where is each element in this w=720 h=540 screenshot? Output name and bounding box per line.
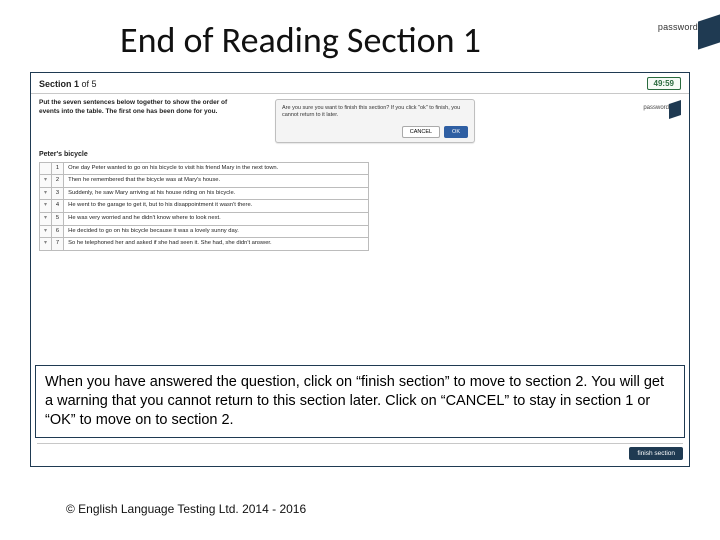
section-current: Section 1 (39, 79, 79, 89)
sentence-text: He was very worried and he didn't know w… (64, 212, 369, 225)
row-number: 6 (51, 225, 63, 238)
table-row[interactable]: ▾7So he telephoned her and asked if she … (40, 238, 369, 251)
row-number: 4 (51, 200, 63, 213)
table-row[interactable]: ▾4He went to the garage to get it, but t… (40, 200, 369, 213)
question-instruction: Put the seven sentences below together t… (39, 99, 239, 117)
drag-handle-icon[interactable]: ▾ (40, 200, 52, 213)
ordering-task: Peter's bicycle 1One day Peter wanted to… (31, 143, 689, 251)
brand-logo-small-word: password (643, 105, 669, 111)
drag-handle-icon (40, 162, 52, 175)
finish-section-button[interactable]: finish section (629, 447, 683, 460)
table-row[interactable]: ▾3Suddenly, he saw Mary arriving at his … (40, 187, 369, 200)
passage-title: Peter's bicycle (39, 151, 681, 158)
section-total: of 5 (79, 79, 97, 89)
brand-logo-word: password (658, 22, 698, 32)
row-number: 2 (51, 175, 63, 188)
table-row[interactable]: ▾2Then he remembered that the bicycle wa… (40, 175, 369, 188)
row-number: 5 (51, 212, 63, 225)
ok-button[interactable]: OK (444, 126, 468, 138)
sentence-text: So he telephoned her and asked if she ha… (64, 238, 369, 251)
section-header-bar: Section 1 of 5 49:59 (31, 73, 689, 94)
table-row[interactable]: 1One day Peter wanted to go on his bicyc… (40, 162, 369, 175)
brand-logo-small: password (635, 99, 681, 119)
copyright-notice: © English Language Testing Ltd. 2014 - 2… (66, 502, 306, 516)
drag-handle-icon[interactable]: ▾ (40, 212, 52, 225)
confirm-finish-dialog: Are you sure you want to finish this sec… (275, 99, 475, 143)
sentence-text: He went to the garage to get it, but to … (64, 200, 369, 213)
countdown-timer: 49:59 (647, 77, 681, 90)
cancel-button[interactable]: CANCEL (402, 126, 440, 138)
drag-handle-icon[interactable]: ▾ (40, 225, 52, 238)
row-number: 7 (51, 238, 63, 251)
table-row[interactable]: ▾6He decided to go on his bicycle becaus… (40, 225, 369, 238)
brand-logo: password (642, 8, 720, 48)
drag-handle-icon[interactable]: ▾ (40, 187, 52, 200)
drag-handle-icon[interactable]: ▾ (40, 238, 52, 251)
brand-logo-small-block (669, 100, 681, 119)
sentence-text: One day Peter wanted to go on his bicycl… (64, 162, 369, 175)
section-indicator: Section 1 of 5 (39, 79, 97, 89)
row-number: 1 (51, 162, 63, 175)
sentence-text: He decided to go on his bicycle because … (64, 225, 369, 238)
instruction-callout: When you have answered the question, cli… (35, 365, 685, 438)
row-number: 3 (51, 187, 63, 200)
slide-title: End of Reading Section 1 (120, 18, 481, 62)
app-screenshot-frame: Section 1 of 5 49:59 Put the seven sente… (30, 72, 690, 467)
sentence-text: Then he remembered that the bicycle was … (64, 175, 369, 188)
sentence-text: Suddenly, he saw Mary arriving at his ho… (64, 187, 369, 200)
table-row[interactable]: ▾5He was very worried and he didn't know… (40, 212, 369, 225)
sentence-table: 1One day Peter wanted to go on his bicyc… (39, 162, 369, 251)
dialog-message: Are you sure you want to finish this sec… (282, 105, 468, 120)
brand-logo-block (698, 14, 720, 49)
drag-handle-icon[interactable]: ▾ (40, 175, 52, 188)
footer-divider (37, 443, 683, 444)
